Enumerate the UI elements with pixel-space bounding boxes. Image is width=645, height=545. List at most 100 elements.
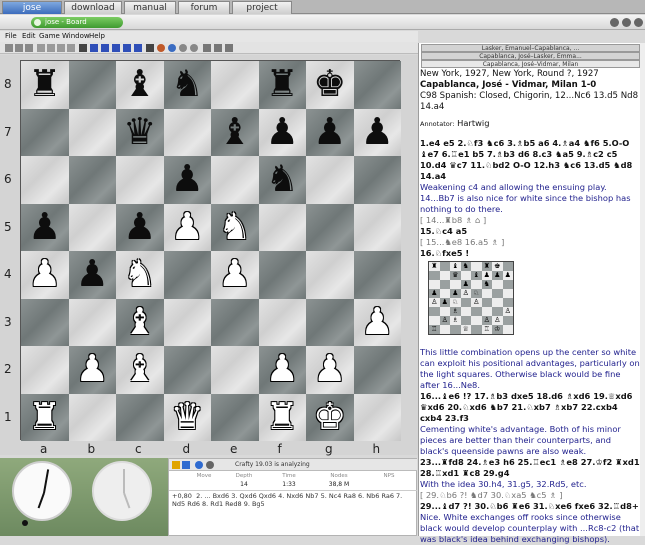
square-b1[interactable] [68,393,116,441]
square-g2[interactable]: ♟ [306,346,354,394]
pause-icon[interactable] [182,461,190,469]
database-icon[interactable] [214,44,222,52]
maximize-icon[interactable] [622,18,631,27]
square-a2[interactable] [21,346,69,394]
tab-jose[interactable]: jose [2,1,62,14]
notation-scrollbar[interactable] [640,43,645,536]
chess-piece[interactable]: ♜ [259,394,307,440]
chess-piece[interactable]: ♟ [354,109,402,155]
tab-forum[interactable]: forum [178,1,230,14]
square-c7[interactable]: ♛ [116,108,164,156]
close-icon[interactable] [634,18,643,27]
chess-piece[interactable]: ♛ [164,394,212,440]
back-icon[interactable] [90,44,98,52]
square-h8[interactable] [353,61,401,109]
square-f3[interactable] [258,298,306,346]
square-h6[interactable] [353,156,401,204]
square-a4[interactable]: ♟ [21,251,69,299]
square-g4[interactable] [306,251,354,299]
chess-piece[interactable]: ♟ [354,299,402,345]
menu-edit[interactable]: Edit [22,32,36,40]
square-f1[interactable]: ♜ [258,393,307,441]
square-g5[interactable] [306,203,354,251]
square-c8[interactable]: ♝ [116,61,164,109]
hint-icon[interactable] [179,44,187,52]
square-c1[interactable] [116,393,164,441]
chess-piece[interactable]: ♝ [116,299,164,345]
chess-piece[interactable]: ♛ [116,109,164,155]
edit-board-icon[interactable] [203,44,211,52]
square-f5[interactable] [258,203,306,251]
forward-icon[interactable] [123,44,131,52]
tab-download[interactable]: download [64,1,122,14]
menu-game[interactable]: Game [39,32,60,40]
variation[interactable]: [ 29.♘b6 ?! ♞d7 30.♘xa5 ♞c5 ♗ ] [420,490,642,501]
square-a1[interactable]: ♜ [21,393,69,441]
moves-block[interactable]: 16.♘fxe5 ! [420,248,642,259]
square-f8[interactable]: ♜ [258,61,307,109]
square-f7[interactable]: ♟ [258,108,307,156]
variation[interactable]: [ 15...♞e8 16.a5 ♗ ] [420,237,642,248]
square-c4[interactable]: ♞ [116,251,164,299]
chess-piece[interactable]: ♞ [211,204,259,250]
square-f2[interactable]: ♟ [258,346,307,394]
square-b7[interactable] [68,108,116,156]
square-b2[interactable]: ♟ [68,346,116,394]
game-tab-3[interactable]: Capablanca, José–Vidmar, Milan [421,60,640,68]
square-h5[interactable] [353,203,401,251]
chess-piece[interactable]: ♜ [259,61,307,107]
square-b5[interactable] [68,203,116,251]
chess-piece[interactable]: ♟ [259,109,307,155]
chess-piece[interactable]: ♞ [259,156,307,202]
square-d7[interactable] [163,108,211,156]
engine-icon[interactable] [157,44,165,52]
square-b3[interactable] [68,298,116,346]
chess-piece[interactable]: ♟ [259,346,307,392]
square-g3[interactable] [306,298,354,346]
cut-icon[interactable] [37,44,45,52]
square-a3[interactable] [21,298,69,346]
save-icon[interactable] [25,44,33,52]
square-d3[interactable] [163,298,211,346]
chess-piece[interactable]: ♞ [164,61,212,107]
square-f4[interactable] [258,251,306,299]
tab-manual[interactable]: manual [124,1,176,14]
chess-piece[interactable]: ♝ [211,109,259,155]
square-c3[interactable]: ♝ [116,298,164,346]
step-forward-icon[interactable] [112,44,120,52]
square-e2[interactable] [211,346,259,394]
square-d6[interactable]: ♟ [163,156,211,204]
square-e7[interactable]: ♝ [211,108,259,156]
square-c2[interactable]: ♝ [116,346,164,394]
square-g7[interactable]: ♟ [306,108,354,156]
square-h4[interactable] [353,251,401,299]
square-h1[interactable] [353,393,401,441]
settings-icon[interactable] [225,44,233,52]
menu-help[interactable]: Help [89,32,105,40]
step-back-icon[interactable] [101,44,109,52]
square-a7[interactable] [21,108,69,156]
flip-icon[interactable] [190,44,198,52]
square-b6[interactable] [68,156,116,204]
chess-piece[interactable]: ♟ [21,204,69,250]
square-e1[interactable] [211,393,259,441]
game-tab-1[interactable]: Lasker, Emanuel–Capablanca, ... [421,44,640,52]
analysis-icon[interactable] [168,44,176,52]
copy-icon[interactable] [47,44,55,52]
square-d2[interactable] [163,346,211,394]
square-d4[interactable] [163,251,211,299]
tab-project[interactable]: project [232,1,292,14]
chess-piece[interactable]: ♜ [21,61,69,107]
chess-piece[interactable]: ♚ [306,61,354,107]
square-a6[interactable] [21,156,69,204]
engine-settings-icon[interactable] [206,461,214,469]
square-b4[interactable]: ♟ [68,251,117,299]
chess-piece[interactable]: ♟ [69,251,117,297]
chess-piece[interactable]: ♟ [306,109,354,155]
goto-start-icon[interactable] [79,44,87,52]
square-g6[interactable] [306,156,354,204]
square-d1[interactable]: ♛ [163,393,212,441]
chess-piece[interactable]: ♟ [211,251,259,297]
chess-piece[interactable]: ♟ [21,251,69,297]
square-e4[interactable]: ♟ [211,251,259,299]
